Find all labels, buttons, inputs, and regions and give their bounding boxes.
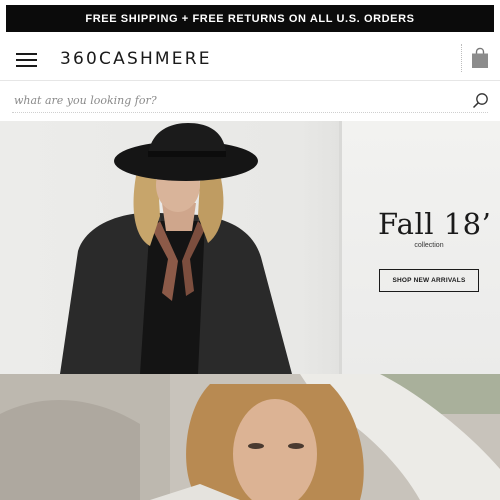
hero-model-image bbox=[60, 123, 292, 374]
hero-banner-secondary[interactable] bbox=[0, 374, 500, 500]
promo-banner[interactable]: FREE SHIPPING + FREE RETURNS ON ALL U.S.… bbox=[6, 5, 494, 32]
hero-subtitle: collection bbox=[414, 242, 444, 249]
hamburger-menu-icon[interactable] bbox=[16, 53, 37, 67]
hero-title: Fall 18’ bbox=[378, 207, 492, 241]
site-header: 360CASHMERE bbox=[0, 38, 500, 81]
shop-new-arrivals-button[interactable]: SHOP NEW ARRIVALS bbox=[379, 269, 479, 292]
hero-secondary-image bbox=[0, 374, 500, 500]
header-divider bbox=[461, 44, 462, 72]
search-underline bbox=[12, 112, 488, 113]
promo-banner-text: FREE SHIPPING + FREE RETURNS ON ALL U.S.… bbox=[85, 12, 415, 25]
search-input[interactable] bbox=[14, 89, 462, 111]
hero-banner-fall[interactable]: Fall 18’ collection SHOP NEW ARRIVALS bbox=[0, 121, 500, 374]
search-bar bbox=[0, 81, 500, 121]
site-logo[interactable]: 360CASHMERE bbox=[60, 49, 212, 69]
shopping-bag-icon[interactable] bbox=[470, 47, 490, 69]
search-icon[interactable] bbox=[472, 92, 489, 109]
